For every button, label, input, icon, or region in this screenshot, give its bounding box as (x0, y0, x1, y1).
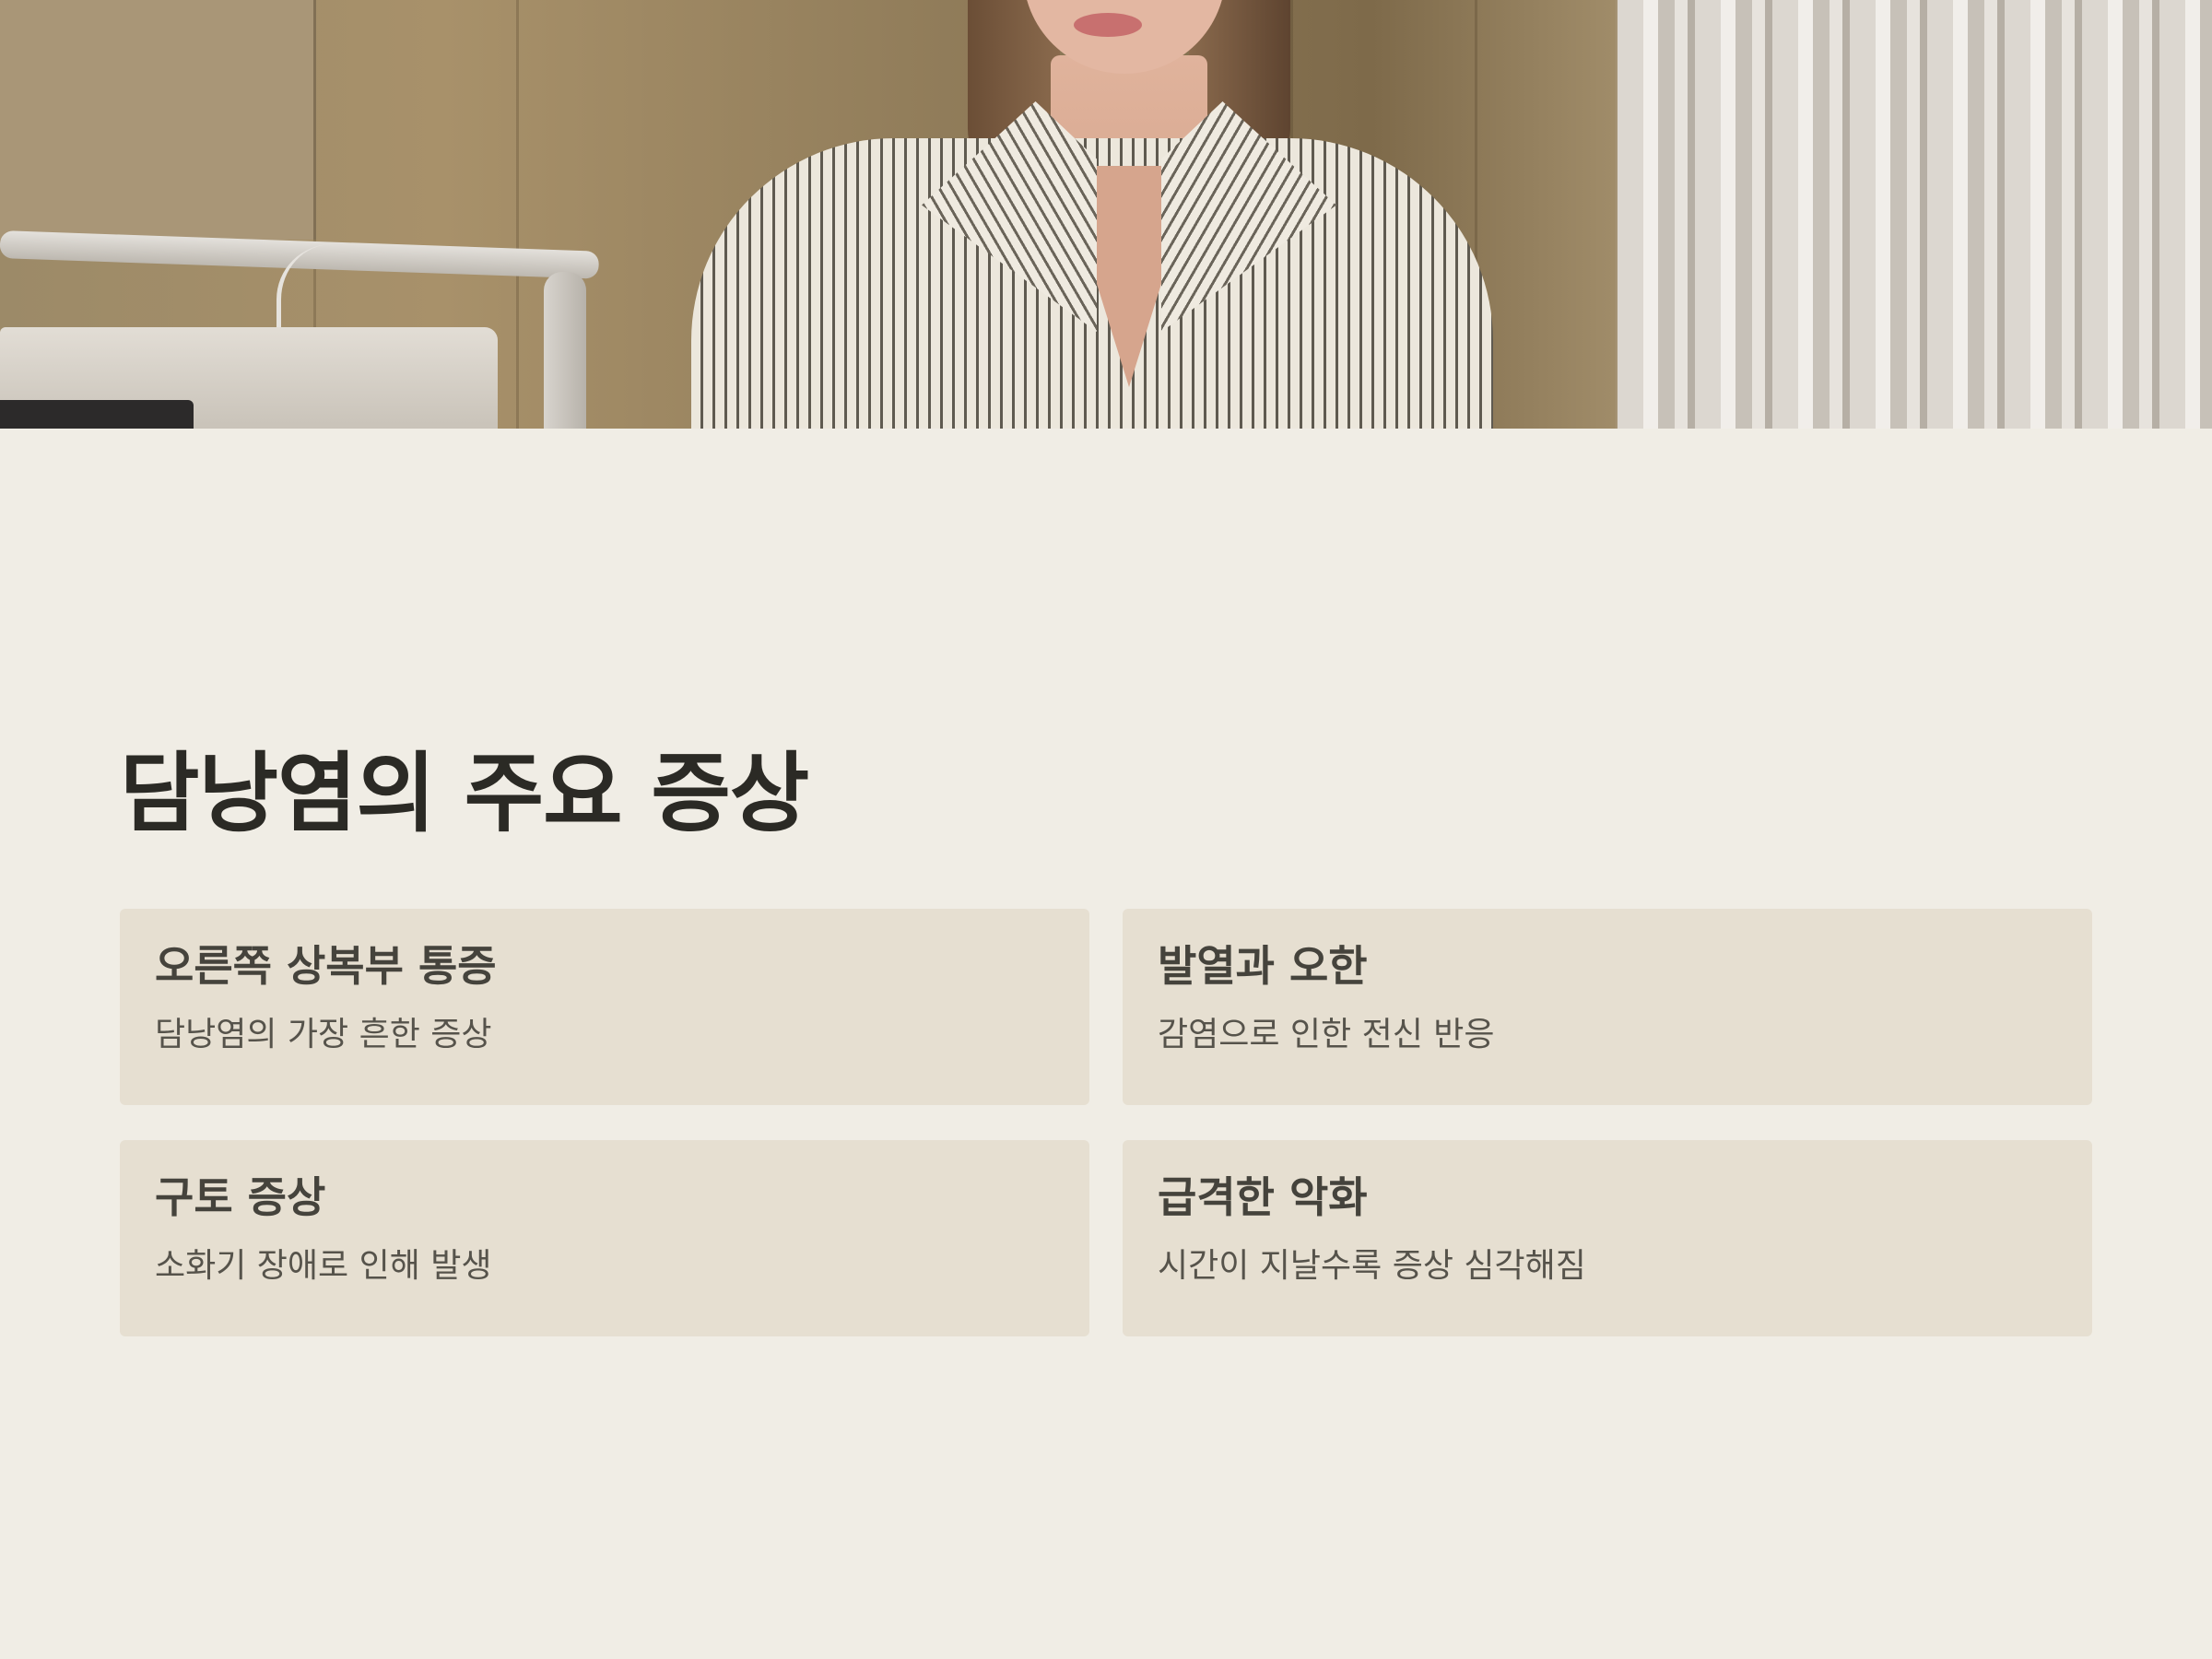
symptom-card-description: 감염으로 인한 전신 반응 (1158, 1015, 1495, 1053)
symptom-card: 구토 증상 소화기 장애로 인해 발생 (120, 1140, 1089, 1336)
symptom-card-title: 급격한 악화 (1158, 1172, 1368, 1222)
symptom-card-title: 오른쪽 상복부 통증 (155, 941, 497, 991)
symptom-card-description: 소화기 장애로 인해 발생 (155, 1246, 492, 1285)
symptom-card-description: 시간이 지날수록 증상 심각해짐 (1158, 1246, 1586, 1285)
medical-device-screen (0, 400, 194, 429)
symptom-card-description: 담낭염의 가장 흔한 증상 (155, 1015, 492, 1053)
symptom-card: 오른쪽 상복부 통증 담낭염의 가장 흔한 증상 (120, 909, 1089, 1105)
symptom-card: 급격한 악화 시간이 지날수록 증상 심각해짐 (1123, 1140, 2092, 1336)
wall-panel (1475, 0, 1620, 429)
symptom-card-title: 발열과 오한 (1158, 941, 1368, 991)
medical-device-post (544, 272, 586, 429)
privacy-curtain (1618, 0, 2212, 429)
lips (1074, 13, 1142, 37)
wall-tile (0, 0, 316, 240)
page-title: 담낭염의 주요 증상 (120, 744, 809, 844)
symptom-card: 발열과 오한 감염으로 인한 전신 반응 (1123, 909, 2092, 1105)
symptom-card-title: 구토 증상 (155, 1172, 326, 1222)
hero-photo-patient-icon (0, 0, 2212, 429)
symptom-card-grid: 오른쪽 상복부 통증 담낭염의 가장 흔한 증상 발열과 오한 감염으로 인한 … (120, 909, 2092, 1336)
slide-page: 담낭염의 주요 증상 오른쪽 상복부 통증 담낭염의 가장 흔한 증상 발열과 … (0, 0, 2212, 1659)
